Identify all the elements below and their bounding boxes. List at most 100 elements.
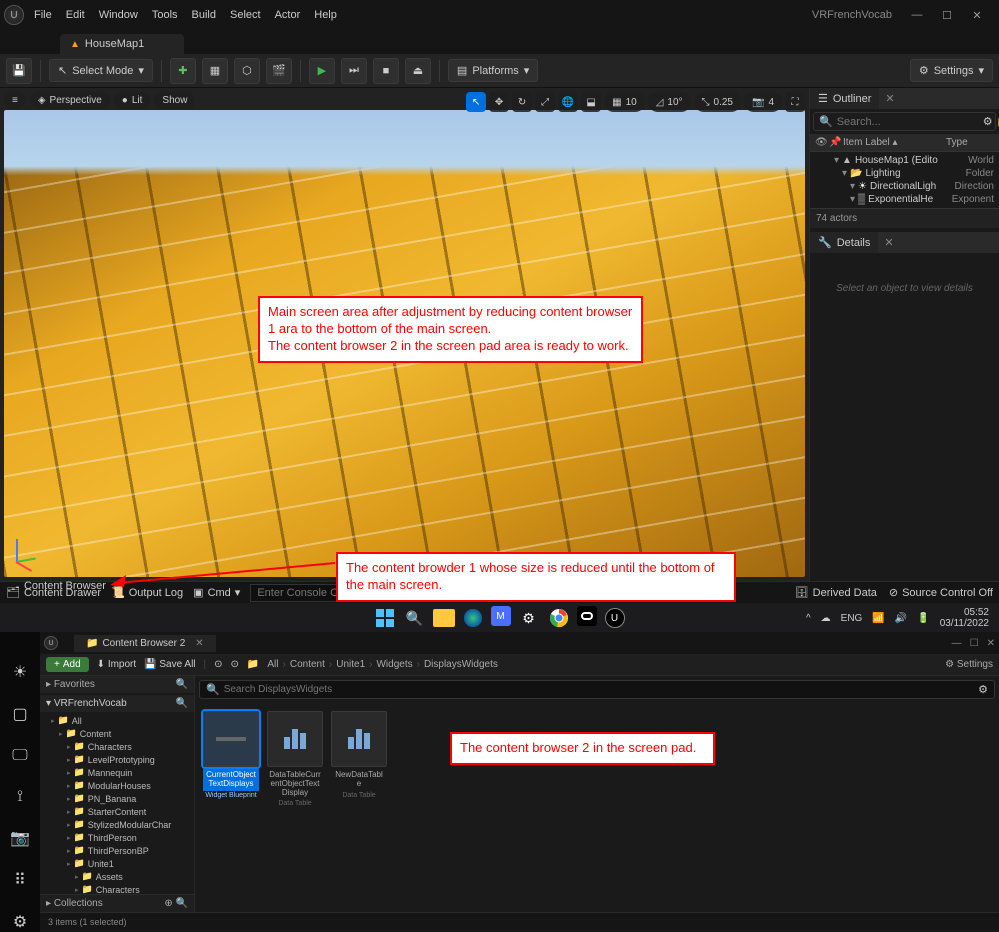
menu-edit[interactable]: Edit: [66, 9, 85, 21]
crumb-all[interactable]: All: [267, 659, 278, 670]
display-icon[interactable]: 🖵: [8, 746, 32, 765]
outliner-search-input[interactable]: [837, 116, 979, 128]
marketplace-button[interactable]: ▦: [202, 58, 228, 84]
lang-indicator[interactable]: ENG: [841, 613, 863, 624]
angle-snap[interactable]: ◿10°: [648, 92, 691, 112]
cb2-tree-row[interactable]: ▸📁Unite1: [40, 857, 194, 870]
cb2-tree-row[interactable]: ▸📁StylizedModularChar: [40, 818, 194, 831]
app1-button[interactable]: M: [491, 606, 511, 626]
type-col[interactable]: Type: [946, 137, 994, 148]
cb2-tree-row[interactable]: ▸📁StarterContent: [40, 805, 194, 818]
maximize-viewport[interactable]: ⛶: [785, 92, 805, 112]
cb2-search-input[interactable]: [224, 684, 974, 695]
collections-header[interactable]: ▸ Collections⊕ 🔍: [40, 894, 194, 912]
explorer-button[interactable]: [433, 609, 455, 627]
cb2-settings-button[interactable]: ⚙ Settings: [945, 659, 993, 670]
menu-window[interactable]: Window: [99, 9, 138, 21]
select-tool[interactable]: ↖: [466, 92, 486, 112]
filter-icon[interactable]: ⚙: [983, 115, 993, 128]
camera-speed[interactable]: 📷4: [744, 92, 782, 112]
crumb-displays[interactable]: DisplaysWidgets: [424, 659, 498, 670]
content-drawer-button[interactable]: 🗂Content BrowserContent Drawer: [6, 586, 101, 599]
surface-snap[interactable]: ⬓: [581, 92, 601, 112]
cb2-tree-row[interactable]: ▸📁ThirdPerson: [40, 831, 194, 844]
menu-select[interactable]: Select: [230, 9, 261, 21]
outliner-close[interactable]: ✕: [879, 92, 900, 105]
add-button[interactable]: + Add: [46, 657, 89, 672]
vis-col[interactable]: 👁: [815, 137, 829, 148]
search-icon[interactable]: 🔍: [176, 679, 188, 690]
cb2-tree-row[interactable]: ▸📁LevelPrototyping: [40, 753, 194, 766]
close-button[interactable]: ✕: [967, 9, 987, 22]
save-all-button[interactable]: 💾 Save All: [144, 659, 195, 670]
tray-chevron[interactable]: ^: [806, 613, 811, 624]
asset-tile[interactable]: CurrentObjectTextDisplaysWidget Blueprin…: [203, 711, 259, 800]
menu-file[interactable]: File: [34, 9, 52, 21]
project-header[interactable]: ▾ VRFrenchVocab🔍: [40, 695, 194, 712]
outliner-row[interactable]: ▾📂LightingFolder: [810, 167, 999, 180]
cb2-tree-row[interactable]: ▸📁ModularHouses: [40, 779, 194, 792]
crumb-content[interactable]: Content: [290, 659, 325, 670]
ue-button[interactable]: U: [603, 606, 627, 630]
minimize-button[interactable]: —: [907, 9, 927, 22]
favorites-header[interactable]: ▸ Favorites🔍: [40, 676, 194, 693]
settings-button[interactable]: ⚙: [517, 606, 541, 630]
cb2-tree-row[interactable]: ▸📁Mannequin: [40, 766, 194, 779]
cb2-tree-row[interactable]: ▸📁Characters: [40, 740, 194, 753]
menu-actor[interactable]: Actor: [275, 9, 301, 21]
menu-build[interactable]: Build: [192, 9, 216, 21]
pause-button[interactable]: ⏭: [341, 58, 367, 84]
maximize-button[interactable]: ☐: [937, 9, 957, 22]
edge-button[interactable]: [461, 606, 485, 630]
import-button[interactable]: ⬇ Import: [97, 659, 137, 670]
coord-toggle[interactable]: 🌐: [558, 92, 578, 112]
brightness-icon[interactable]: ☀: [8, 662, 32, 682]
cb2-tree-row[interactable]: ▸📁Assets: [40, 870, 194, 883]
crumb-unite1[interactable]: Unite1: [336, 659, 365, 670]
details-tab-button[interactable]: 🔧Details: [810, 232, 878, 253]
asset-tile[interactable]: DataTableCurrentObjectTextDisplayData Ta…: [267, 711, 323, 808]
menu-tools[interactable]: Tools: [152, 9, 178, 21]
pin-col[interactable]: 📌: [829, 137, 843, 148]
maximize-button[interactable]: ☐: [970, 638, 979, 649]
scale-snap[interactable]: ⤡0.25: [694, 92, 741, 112]
outliner-tab-button[interactable]: ☰Outliner: [810, 88, 879, 109]
oculus-button[interactable]: [577, 606, 597, 626]
translate-tool[interactable]: ✥: [489, 92, 509, 112]
lit-dropdown[interactable]: ●Lit: [114, 92, 151, 109]
settings-dropdown[interactable]: ⚙ Settings ▾: [910, 59, 993, 82]
source-control-button[interactable]: ⊘Source Control Off: [889, 586, 993, 599]
menu-help[interactable]: Help: [314, 9, 337, 21]
save-button[interactable]: 💾: [6, 58, 32, 84]
camera-icon[interactable]: 📷: [8, 828, 32, 848]
derived-data-button[interactable]: 🗄Derived Data: [795, 586, 877, 599]
close-button[interactable]: ✕: [987, 638, 995, 649]
battery-icon[interactable]: 🔋: [917, 613, 929, 624]
play-button[interactable]: ▶: [309, 58, 335, 84]
grid-snap[interactable]: ▦10: [604, 92, 645, 112]
cb2-tree-row[interactable]: ▸📁PN_Banana: [40, 792, 194, 805]
scale-tool[interactable]: ⤢: [535, 92, 555, 112]
wifi-icon[interactable]: 📶: [872, 613, 884, 624]
cb2-tab-close[interactable]: ✕: [195, 638, 203, 649]
crumb-widgets[interactable]: Widgets: [376, 659, 412, 670]
eject-button[interactable]: ⏏: [405, 58, 431, 84]
cb2-tree-row[interactable]: ▸📁ThirdPersonBP: [40, 844, 194, 857]
cb2-tree-row[interactable]: ▸📁All: [40, 714, 194, 727]
platforms-dropdown[interactable]: ▤ Platforms ▾: [448, 59, 538, 82]
onedrive-icon[interactable]: ☁: [821, 613, 831, 624]
nav-fwd[interactable]: ⊙: [231, 659, 239, 670]
nav-back[interactable]: ⊙: [214, 659, 222, 670]
nav-folder[interactable]: 📁: [247, 659, 259, 670]
level-tab[interactable]: ▲ HouseMap1: [60, 34, 184, 54]
blueprints-button[interactable]: ⬡: [234, 58, 260, 84]
clock[interactable]: 05:52 03/11/2022: [940, 607, 989, 629]
volume-icon[interactable]: 🔊: [895, 613, 907, 624]
cinematics-button[interactable]: 🎬: [266, 58, 292, 84]
asset-tile[interactable]: NewDataTableData Table: [331, 711, 387, 800]
chrome-button[interactable]: [547, 606, 571, 630]
gear-icon[interactable]: ⚙: [8, 912, 32, 932]
cb2-tree-row[interactable]: ▸📁Characters: [40, 883, 194, 894]
minimize-button[interactable]: —: [952, 638, 962, 649]
search-button[interactable]: 🔍: [403, 606, 427, 630]
